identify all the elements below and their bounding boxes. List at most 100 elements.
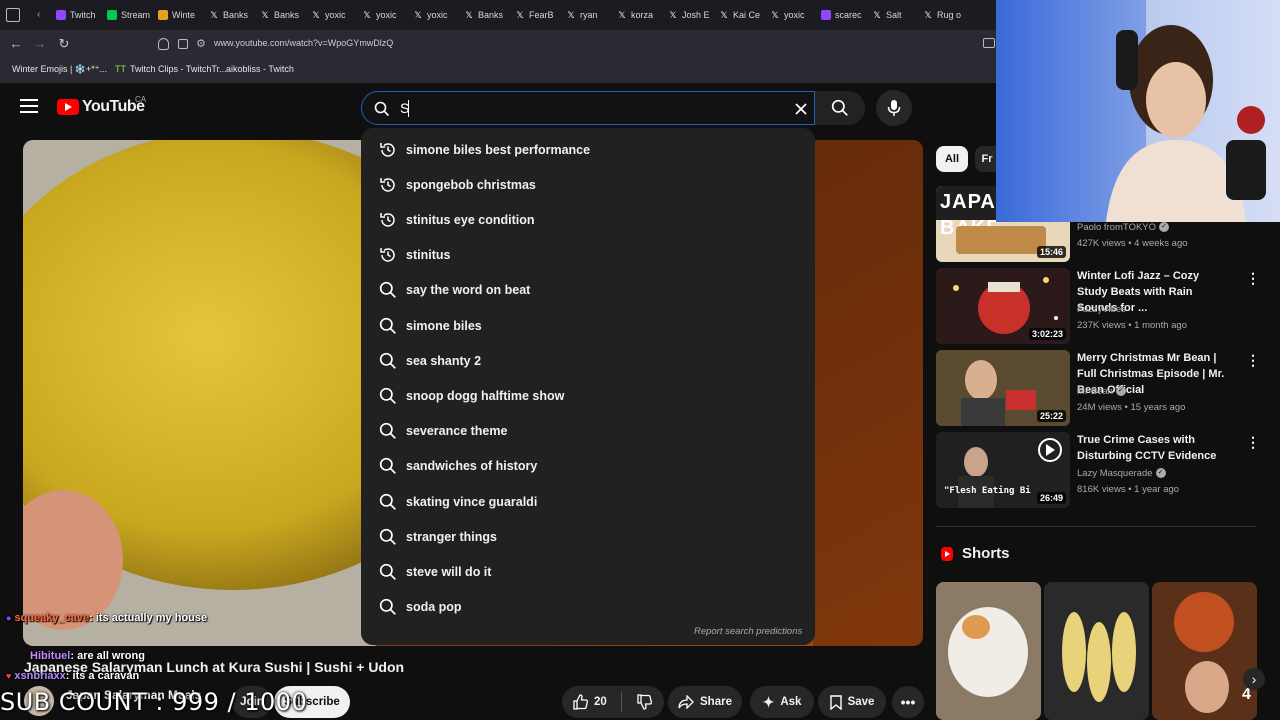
browser-tab[interactable]: Winte: [158, 6, 204, 24]
browser-tab[interactable]: 𝕏 Rug o: [923, 6, 969, 24]
more-vert-icon[interactable]: ⋮: [1246, 352, 1260, 369]
screenshot-icon[interactable]: [983, 38, 995, 48]
search-suggestion[interactable]: stinitus eye condition: [361, 202, 815, 237]
forward-icon[interactable]: →: [31, 35, 49, 53]
video-duration: 26:49: [1036, 492, 1066, 504]
thumbs-down-icon[interactable]: [636, 694, 652, 710]
save-button[interactable]: Save: [818, 686, 886, 718]
browser-tab[interactable]: 𝕏yoxic: [770, 6, 816, 24]
suggestion-text: spongebob christmas: [406, 177, 536, 192]
like-button[interactable]: 20: [572, 694, 607, 710]
search-button[interactable]: [815, 91, 865, 125]
url-text[interactable]: www.youtube.com/watch?v=WpoGYmwDlzQ: [214, 38, 393, 48]
browser-tab[interactable]: 𝕏 Banks: [464, 6, 510, 24]
bookmark-item[interactable]: aikobliss - Twitch: [222, 64, 294, 74]
browser-tab[interactable]: 𝕏yoxic: [311, 6, 357, 24]
search-suggestion[interactable]: sea shanty 2: [361, 343, 815, 378]
browser-tab[interactable]: 𝕏 Banks: [209, 6, 255, 24]
search-suggestion[interactable]: snoop dogg halftime show: [361, 378, 815, 413]
browser-tab[interactable]: 𝕏 Banks: [260, 6, 306, 24]
clear-search-icon[interactable]: [794, 102, 808, 116]
tab-label: Salt: [886, 10, 902, 20]
search-suggestion[interactable]: skating vince guaraldi: [361, 484, 815, 519]
bookmark-item[interactable]: TT Twitch Clips - TwitchTr...: [115, 64, 227, 74]
short-item[interactable]: [936, 582, 1041, 720]
tab-favicon: 𝕏: [516, 10, 524, 20]
share-button[interactable]: Share: [668, 686, 742, 718]
bookmark-item[interactable]: Winter Emojis | ❄️+*⁺...: [8, 64, 107, 75]
rec-channel[interactable]: Lazy Masquerade ✓: [1077, 468, 1166, 479]
more-vert-icon[interactable]: ⋮: [1246, 434, 1260, 451]
bookmark-label: Twitch Clips - TwitchTr...: [130, 64, 227, 74]
search-suggestion[interactable]: steve will do it: [361, 554, 815, 589]
browser-tab[interactable]: 𝕏 Kai Ce: [719, 6, 765, 24]
history-icon: [379, 246, 397, 264]
search-suggestion[interactable]: stinitus: [361, 238, 815, 273]
browser-tab[interactable]: 𝕏 Salt: [872, 6, 918, 24]
tab-overview-icon[interactable]: [6, 8, 20, 22]
browser-tab[interactable]: scarec: [821, 6, 867, 24]
short-item[interactable]: 4: [1152, 582, 1257, 720]
browser-tab[interactable]: 𝕏ryan: [566, 6, 612, 24]
verified-icon: ✓: [1159, 222, 1170, 233]
browser-tab[interactable]: 𝕏korza: [617, 6, 663, 24]
verified-icon: ✓: [1155, 468, 1166, 479]
search-icon: [379, 387, 397, 405]
back-icon[interactable]: ←: [7, 35, 25, 53]
search-icon: [379, 563, 397, 581]
search-input[interactable]: S: [361, 91, 815, 125]
tab-favicon: 𝕏: [465, 10, 473, 20]
verified-icon: ✓: [1115, 386, 1126, 397]
search-suggestion[interactable]: sandwiches of history: [361, 449, 815, 484]
chevron-left-icon[interactable]: ‹: [37, 9, 40, 20]
search-icon: [379, 317, 397, 335]
rec-channel[interactable]: Paolo fromTOKYO ✓: [1077, 222, 1170, 233]
search-suggestion[interactable]: severance theme: [361, 414, 815, 449]
browser-tab[interactable]: 𝕏 Josh E: [668, 6, 714, 24]
recommendation-item[interactable]: 3:02:23 Winter Lofi Jazz – Cozy Study Be…: [936, 268, 1260, 346]
history-icon: [379, 141, 397, 159]
search-icon: [379, 457, 397, 475]
voice-search-button[interactable]: [876, 90, 912, 126]
search-suggestion[interactable]: spongebob christmas: [361, 167, 815, 202]
ask-button[interactable]: ✦ Ask: [750, 686, 814, 718]
search-suggestion[interactable]: soda pop: [361, 590, 815, 625]
browser-tab[interactable]: Twitch: [56, 6, 102, 24]
search-icon: [374, 101, 390, 117]
tab-favicon: [107, 10, 117, 20]
chip-all[interactable]: All: [936, 146, 968, 172]
rec-channel[interactable]: Mr Bean ✓: [1077, 386, 1126, 397]
video-thumbnail[interactable]: 3:02:23: [936, 268, 1070, 344]
bookmark-icon: [829, 694, 842, 710]
tab-favicon: 𝕏: [567, 10, 575, 20]
recommendation-item[interactable]: 25:22 Merry Christmas Mr Bean | Full Chr…: [936, 350, 1260, 428]
search-suggestion[interactable]: stranger things: [361, 519, 815, 554]
rec-meta: 427K views • 4 weeks ago: [1077, 238, 1188, 249]
reload-icon[interactable]: ↻: [55, 35, 73, 53]
browser-tab[interactable]: Stream: [107, 6, 153, 24]
short-item[interactable]: [1044, 582, 1149, 720]
report-predictions-link[interactable]: Report search predictions: [694, 626, 802, 637]
browser-tab[interactable]: 𝕏yoxic: [413, 6, 459, 24]
search-suggestion[interactable]: simone biles best performance: [361, 132, 815, 167]
search-suggestion[interactable]: simone biles: [361, 308, 815, 343]
microphone-icon: [887, 100, 901, 116]
permissions-icon[interactable]: ⚙: [196, 37, 206, 50]
search-suggestion[interactable]: say the word on beat: [361, 273, 815, 308]
rec-channel[interactable]: FuzzyVibes: [1077, 304, 1126, 315]
shorts-next-button[interactable]: ›: [1243, 668, 1265, 690]
youtube-logo[interactable]: YouTube CA: [57, 95, 146, 116]
menu-icon[interactable]: [20, 99, 38, 113]
more-actions-button[interactable]: •••: [892, 686, 924, 718]
video-duration: 3:02:23: [1028, 328, 1066, 340]
rec-title[interactable]: True Crime Cases with Disturbing CCTV Ev…: [1077, 432, 1227, 464]
more-vert-icon[interactable]: ⋮: [1246, 270, 1260, 287]
lock-icon[interactable]: [178, 39, 188, 49]
recommendation-item[interactable]: "Flesh Eating Bi 26:49 True Crime Cases …: [936, 432, 1260, 510]
search-icon: [379, 528, 397, 546]
video-thumbnail[interactable]: 25:22: [936, 350, 1070, 426]
shield-icon[interactable]: [158, 38, 169, 50]
video-thumbnail[interactable]: "Flesh Eating Bi 26:49: [936, 432, 1070, 508]
browser-tab[interactable]: 𝕏yoxic: [362, 6, 408, 24]
browser-tab[interactable]: 𝕏 FearB: [515, 6, 561, 24]
